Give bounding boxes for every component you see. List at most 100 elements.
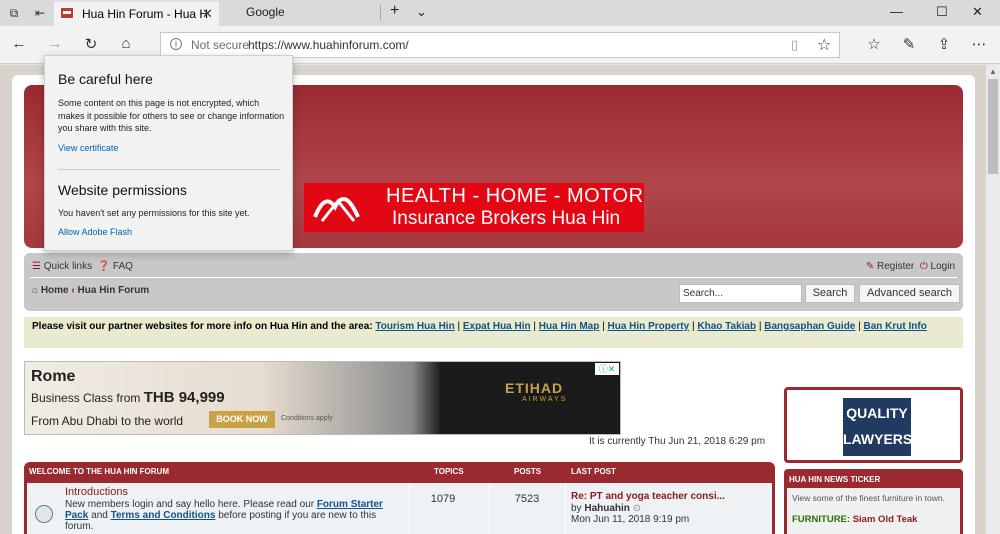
more-icon[interactable]: ⋯	[969, 35, 989, 53]
menu-icon[interactable]: ☰	[32, 261, 41, 272]
posts-count: 7523	[514, 493, 540, 505]
table-row: Introductions New members login and say …	[27, 483, 772, 534]
ad-conditions: Conditions apply	[281, 415, 333, 422]
etihad-ad[interactable]: Rome Business Class from THB 94,999 From…	[24, 361, 621, 435]
column-divider	[565, 483, 566, 534]
ticker-value: Siam Old Teak	[852, 514, 918, 525]
breadcrumb-home[interactable]: Home	[41, 285, 69, 296]
tab-divider	[380, 5, 381, 21]
last-post-link[interactable]: Re: PT and yoga teacher consi...	[571, 491, 725, 502]
tab-title: Hua Hin Forum - Hua H	[82, 7, 209, 21]
url-text[interactable]: https://www.huahinforum.com/	[248, 38, 409, 52]
terms-link[interactable]: Terms and Conditions	[111, 510, 216, 521]
partner-link[interactable]: Khao Takiab	[697, 321, 756, 332]
allow-flash-link[interactable]: Allow Adobe Flash	[58, 227, 132, 237]
tab-preview-icon[interactable]: ⧉	[7, 6, 21, 20]
search-input[interactable]: Search...	[679, 284, 802, 303]
author-link[interactable]: Hahuahin	[584, 503, 630, 514]
ticker-text[interactable]: View some of the finest furniture in tow…	[792, 493, 945, 503]
vertical-scrollbar[interactable]: ▲	[986, 65, 1000, 534]
partner-link[interactable]: Hua Hin Property	[608, 321, 690, 332]
forum-table-header: WELCOME TO THE HUA HIN FORUM TOPICS POST…	[24, 462, 775, 481]
last-post-author: by Hahuahin ⊙	[571, 503, 641, 514]
view-latest-icon[interactable]: ⊙	[633, 503, 641, 514]
tab-bar: ⧉ ⇤ Hua Hin Forum - Hua H ✕ Google + ⌄ —…	[0, 0, 1000, 26]
ad-brand-sub: AIRWAYS	[522, 396, 568, 403]
close-icon[interactable]: ✕	[202, 6, 213, 22]
forum-title-link[interactable]: Introductions	[65, 486, 128, 498]
login-icon: ⏻	[919, 261, 928, 272]
permissions-title: Website permissions	[58, 182, 187, 198]
ad-choices-icon[interactable]: ⓘ✕	[595, 363, 619, 375]
divider	[58, 169, 280, 170]
partner-link[interactable]: Bangsaphan Guide	[764, 321, 855, 332]
forum-read-icon	[35, 505, 53, 523]
scrollbar-thumb[interactable]	[988, 79, 998, 174]
insurance-logo-icon	[313, 197, 360, 222]
partner-link[interactable]: Hua Hin Map	[539, 321, 600, 332]
quality-lawyers-logo: QUALITY LAWYERS	[843, 398, 912, 456]
ad-destination: Rome	[31, 368, 76, 385]
tab-google[interactable]: Google	[220, 0, 380, 26]
new-tab-icon[interactable]: +	[390, 2, 399, 20]
share-icon[interactable]: ⇪	[934, 35, 954, 53]
forum-nav-panel: ☰ Quick links ❓ FAQ ✎ Register ⏻ Login ⌂…	[24, 253, 963, 311]
posts-header: POSTS	[514, 467, 542, 476]
desc-text: New members login and say hello here. Pl…	[65, 499, 315, 510]
divider	[30, 277, 957, 278]
insurance-banner[interactable]: HEALTH - HOME - MOTOR Insurance Brokers …	[304, 183, 644, 232]
ad-price: THB 94,999	[143, 389, 225, 406]
forward-icon[interactable]: →	[45, 35, 65, 52]
section-title: WELCOME TO THE HUA HIN FORUM	[29, 467, 169, 476]
set-tabs-aside-icon[interactable]: ⇤	[33, 6, 47, 20]
reading-view-icon[interactable]: ▯	[791, 37, 798, 53]
site-info-popup: Be careful here Some content on this pag…	[44, 55, 293, 251]
by-label: by	[571, 503, 582, 514]
partner-link[interactable]: Tourism Hua Hin	[375, 321, 454, 332]
ad-class-text: Business Class from	[31, 391, 141, 405]
topics-header: TOPICS	[434, 467, 464, 476]
ticker-title: HUA HIN NEWS TICKER	[789, 475, 881, 484]
faq-link[interactable]: FAQ	[113, 261, 133, 272]
banner-line1: HEALTH - HOME - MOTOR	[386, 185, 644, 207]
question-icon: ❓	[97, 261, 111, 272]
scroll-up-icon[interactable]: ▲	[989, 67, 997, 76]
topics-count: 1079	[430, 493, 456, 505]
ad-from: From Abu Dhabi to the world	[31, 414, 184, 428]
register-link[interactable]: Register	[877, 261, 914, 272]
partner-link[interactable]: Ban Krut Info	[864, 321, 927, 332]
back-icon[interactable]: ←	[9, 35, 29, 52]
minimize-icon[interactable]: —	[890, 4, 903, 19]
maximize-icon[interactable]: ☐	[936, 4, 948, 20]
partner-links: Please visit our partner websites for mo…	[24, 317, 963, 348]
home-icon[interactable]: ⌂	[116, 35, 136, 52]
window-close-icon[interactable]: ✕	[972, 4, 983, 20]
popup-title: Be careful here	[58, 71, 153, 87]
breadcrumb: ⌂ Home ‹ Hua Hin Forum	[32, 285, 149, 296]
refresh-icon[interactable]: ↻	[81, 35, 101, 53]
ticker-body: View some of the finest furniture in tow…	[787, 488, 960, 534]
ticker-label: FURNITURE:	[792, 514, 851, 525]
lawyers-ad[interactable]: QUALITY LAWYERS	[784, 387, 963, 463]
news-ticker: HUA HIN NEWS TICKER View some of the fin…	[784, 469, 963, 534]
search-button[interactable]: Search	[805, 284, 855, 303]
breadcrumb-forum[interactable]: Hua Hin Forum	[78, 285, 150, 296]
partner-link[interactable]: Expat Hua Hin	[463, 321, 531, 332]
web-note-icon[interactable]: ✎	[899, 35, 919, 53]
favorite-star-icon[interactable]: ☆	[817, 35, 831, 55]
tab-huahin-forum[interactable]: Hua Hin Forum - Hua H ✕	[54, 0, 219, 26]
home-icon: ⌂	[32, 285, 39, 296]
ad-frame: QUALITY LAWYERS	[787, 390, 960, 460]
last-post-date: Mon Jun 11, 2018 9:19 pm	[571, 514, 690, 525]
advanced-search-button[interactable]: Advanced search	[859, 284, 960, 303]
favorites-hub-icon[interactable]: ☆	[864, 35, 884, 53]
quick-links-link[interactable]: Quick links	[44, 261, 92, 272]
ticker-item[interactable]: FURNITURE: Siam Old Teak	[792, 514, 917, 525]
book-now-button[interactable]: BOOK NOW	[209, 411, 275, 428]
forum-description: New members login and say hello here. Pl…	[65, 499, 405, 532]
login-link[interactable]: Login	[931, 261, 955, 272]
info-icon[interactable]: i	[170, 38, 182, 50]
view-certificate-link[interactable]: View certificate	[58, 143, 118, 153]
security-label: Not secure	[191, 38, 250, 52]
chevron-down-icon[interactable]: ⌄	[416, 4, 427, 20]
